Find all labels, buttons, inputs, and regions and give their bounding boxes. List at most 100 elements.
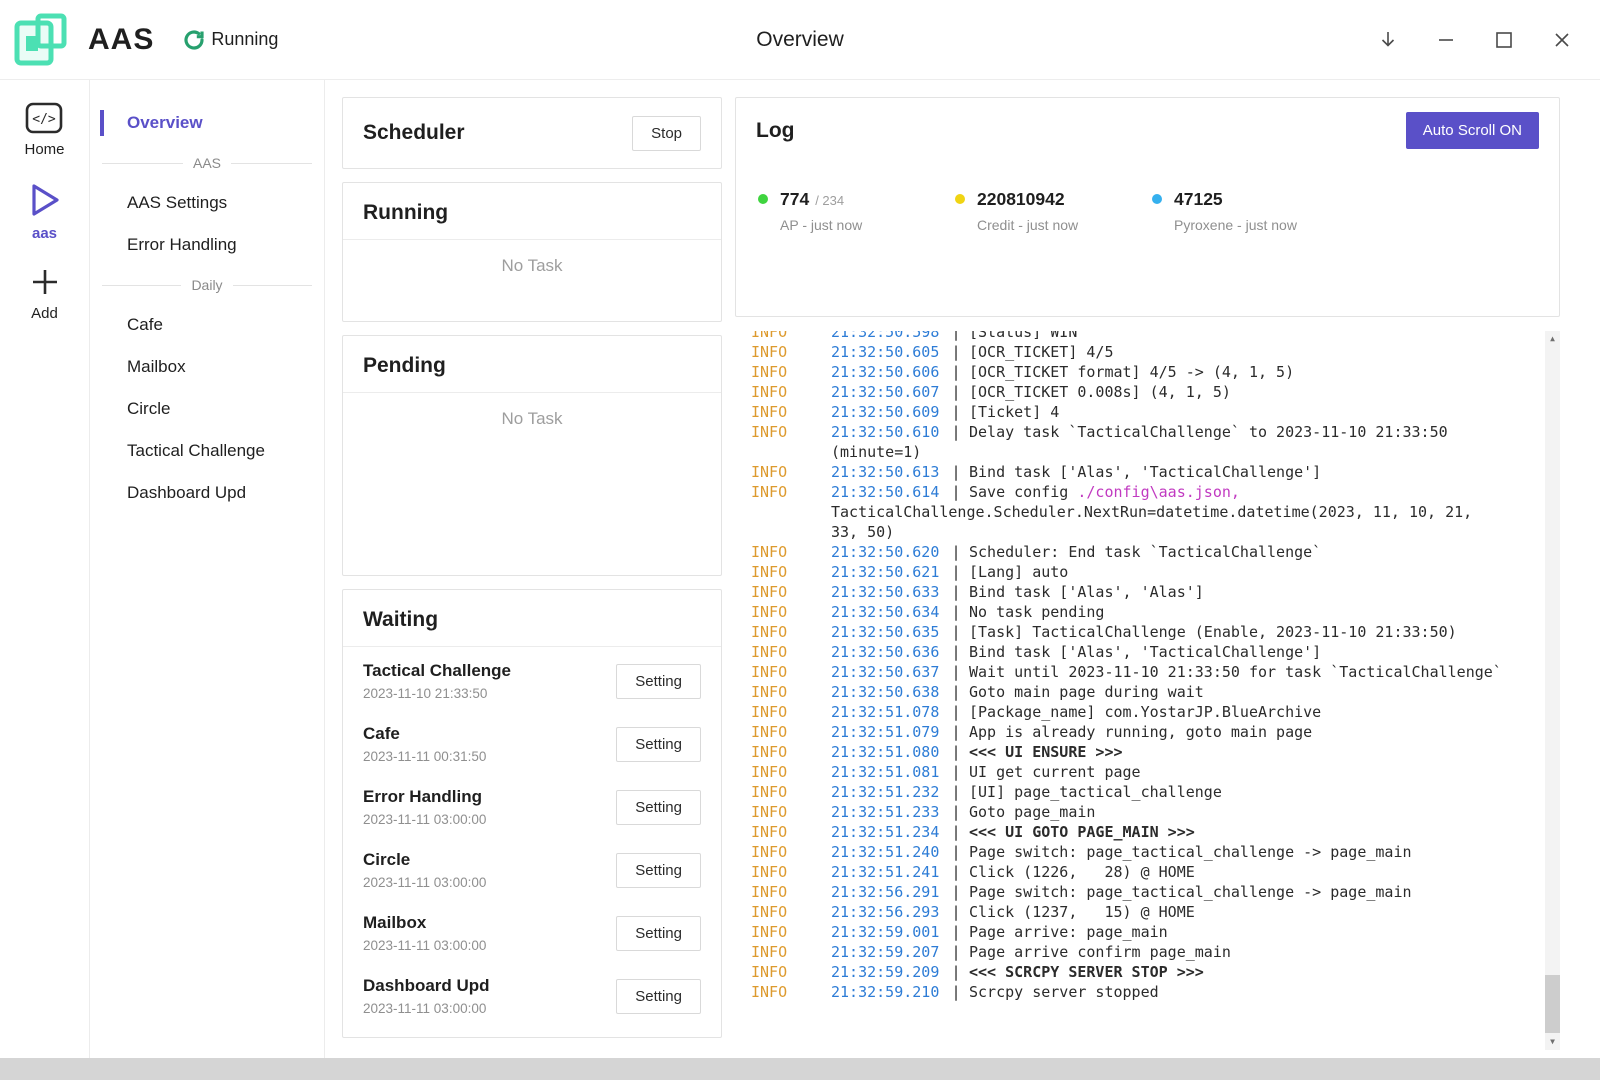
- log-message: Wait until 2023-11-10 21:33:50 for task …: [969, 662, 1526, 682]
- close-button[interactable]: [1548, 26, 1576, 54]
- stat-dot-icon: [955, 194, 965, 204]
- log-level: INFO: [751, 982, 831, 1002]
- log-message: App is already running, goto main page: [969, 722, 1526, 742]
- log-level: INFO: [751, 862, 831, 882]
- log-line: INFO21:32:59.001|Page arrive: page_main: [751, 922, 1526, 942]
- task-info: Cafe2023-11-11 00:31:50: [363, 724, 486, 764]
- sidebar-item-circle[interactable]: Circle: [90, 388, 324, 430]
- log-line: INFO21:32:59.210|Scrcpy server stopped: [751, 982, 1526, 1002]
- log-separator: |: [943, 882, 969, 902]
- log-level: INFO: [751, 802, 831, 822]
- log-level: INFO: [751, 342, 831, 362]
- task-setting-button[interactable]: Setting: [616, 790, 701, 825]
- log-level: INFO: [751, 682, 831, 702]
- log-time: 21:32:59.001: [831, 922, 943, 942]
- scroll-down-arrow-icon[interactable]: ▼: [1545, 1034, 1560, 1050]
- log-time: 21:32:51.240: [831, 842, 943, 862]
- stat-dot-icon: [758, 194, 768, 204]
- log-console[interactable]: INFO21:32:50.598|[Status] WININFO21:32:5…: [735, 331, 1560, 1050]
- log-separator: |: [943, 702, 969, 722]
- log-line: INFO21:32:51.234|<<< UI GOTO PAGE_MAIN >…: [751, 822, 1526, 842]
- task-setting-button[interactable]: Setting: [616, 853, 701, 888]
- separator-line: [231, 163, 312, 164]
- sidebar-group-separator: AAS: [90, 144, 324, 182]
- download-arrow-icon: [1376, 28, 1400, 52]
- log-message: Bind task ['Alas', 'TacticalChallenge']: [969, 642, 1526, 662]
- log-level: INFO: [751, 402, 831, 422]
- log-line: INFO21:32:51.233|Goto page_main: [751, 802, 1526, 822]
- task-setting-button[interactable]: Setting: [616, 727, 701, 762]
- rail-item-add[interactable]: Add: [29, 266, 61, 322]
- log-line: INFO21:32:51.080|<<< UI ENSURE >>>: [751, 742, 1526, 762]
- scroll-up-arrow-icon[interactable]: ▲: [1545, 331, 1560, 347]
- sidebar-group-separator: Daily: [90, 266, 324, 304]
- task-setting-button[interactable]: Setting: [616, 916, 701, 951]
- task-next-run: 2023-11-11 03:00:00: [363, 1001, 490, 1016]
- sidebar-item-error-handling[interactable]: Error Handling: [90, 224, 324, 266]
- scrollbar-thumb[interactable]: [1545, 975, 1560, 1033]
- rail-item-home[interactable]: </> Home: [24, 102, 64, 158]
- log-message: 33, 50): [831, 522, 1526, 542]
- log-message: Page arrive: page_main: [969, 922, 1526, 942]
- stop-button[interactable]: Stop: [632, 116, 701, 151]
- sidebar-item-cafe[interactable]: Cafe: [90, 304, 324, 346]
- task-info: Tactical Challenge2023-11-10 21:33:50: [363, 661, 511, 701]
- maximize-button[interactable]: [1490, 26, 1518, 54]
- log-message: Click (1237, 15) @ HOME: [969, 902, 1526, 922]
- resource-stats: 774/ 234AP - just now220810942Credit - j…: [736, 163, 1559, 233]
- log-time: 21:32:51.232: [831, 782, 943, 802]
- log-level: INFO: [751, 782, 831, 802]
- log-time: 21:32:50.607: [831, 382, 943, 402]
- log-line: INFO21:32:50.636|Bind task ['Alas', 'Tac…: [751, 642, 1526, 662]
- nav-rail: </> Home aas Add: [0, 80, 90, 1058]
- rail-item-aas[interactable]: aas: [29, 182, 61, 242]
- log-separator: |: [943, 802, 969, 822]
- log-separator: |: [943, 382, 969, 402]
- waiting-task-row: Error Handling2023-11-11 03:00:00Setting: [363, 776, 701, 839]
- log-line: INFO21:32:56.291|Page switch: page_tacti…: [751, 882, 1526, 902]
- minimize-button[interactable]: [1432, 26, 1460, 54]
- task-setting-button[interactable]: Setting: [616, 979, 701, 1014]
- log-message: Delay task `TacticalChallenge` to 2023-1…: [969, 422, 1526, 442]
- task-info: Mailbox2023-11-11 03:00:00: [363, 913, 486, 953]
- log-title: Log: [756, 119, 794, 143]
- sidebar-item-tactical-challenge[interactable]: Tactical Challenge: [90, 430, 324, 472]
- log-time: 21:32:56.293: [831, 902, 943, 922]
- log-scrollbar[interactable]: ▲ ▼: [1545, 331, 1560, 1050]
- log-time: 21:32:56.291: [831, 882, 943, 902]
- log-line-continuation: 33, 50): [751, 522, 1526, 542]
- log-level: INFO: [751, 382, 831, 402]
- log-message: <<< UI ENSURE >>>: [969, 742, 1526, 762]
- log-level: INFO: [751, 702, 831, 722]
- sidebar-item-mailbox[interactable]: Mailbox: [90, 346, 324, 388]
- horizontal-scrollbar[interactable]: [0, 1058, 1600, 1080]
- task-setting-button[interactable]: Setting: [616, 664, 701, 699]
- log-message: (minute=1): [831, 442, 1526, 462]
- log-level: INFO: [751, 962, 831, 982]
- page-title: Overview: [756, 28, 844, 52]
- stat-value: 774/ 234: [780, 189, 862, 210]
- log-time: 21:32:50.633: [831, 582, 943, 602]
- log-level: INFO: [751, 882, 831, 902]
- log-separator: |: [943, 842, 969, 862]
- task-next-run: 2023-11-10 21:33:50: [363, 686, 511, 701]
- pending-title: Pending: [343, 336, 721, 392]
- log-separator: |: [943, 962, 969, 982]
- log-line: INFO21:32:50.609|[Ticket] 4: [751, 402, 1526, 422]
- log-message: TacticalChallenge.Scheduler.NextRun=date…: [831, 502, 1526, 522]
- log-line: INFO21:32:50.621|[Lang] auto: [751, 562, 1526, 582]
- rail-item-label: Add: [31, 305, 58, 322]
- main-panel: Scheduler Stop Running No Task Pending N…: [325, 80, 1600, 1058]
- log-message: [OCR_TICKET] 4/5: [969, 342, 1526, 362]
- log-message: No task pending: [969, 602, 1526, 622]
- update-download-button[interactable]: [1374, 26, 1402, 54]
- sidebar-item-overview[interactable]: Overview: [90, 102, 324, 144]
- auto-scroll-toggle[interactable]: Auto Scroll ON: [1406, 112, 1539, 149]
- sidebar-item-aas-settings[interactable]: AAS Settings: [90, 182, 324, 224]
- running-empty-text: No Task: [343, 240, 721, 276]
- brand: AAS Running: [12, 11, 278, 69]
- log-time: 21:32:50.613: [831, 462, 943, 482]
- sidebar-item-dashboard-upd[interactable]: Dashboard Upd: [90, 472, 324, 514]
- log-separator: |: [943, 482, 969, 502]
- running-card: Running No Task: [342, 182, 722, 322]
